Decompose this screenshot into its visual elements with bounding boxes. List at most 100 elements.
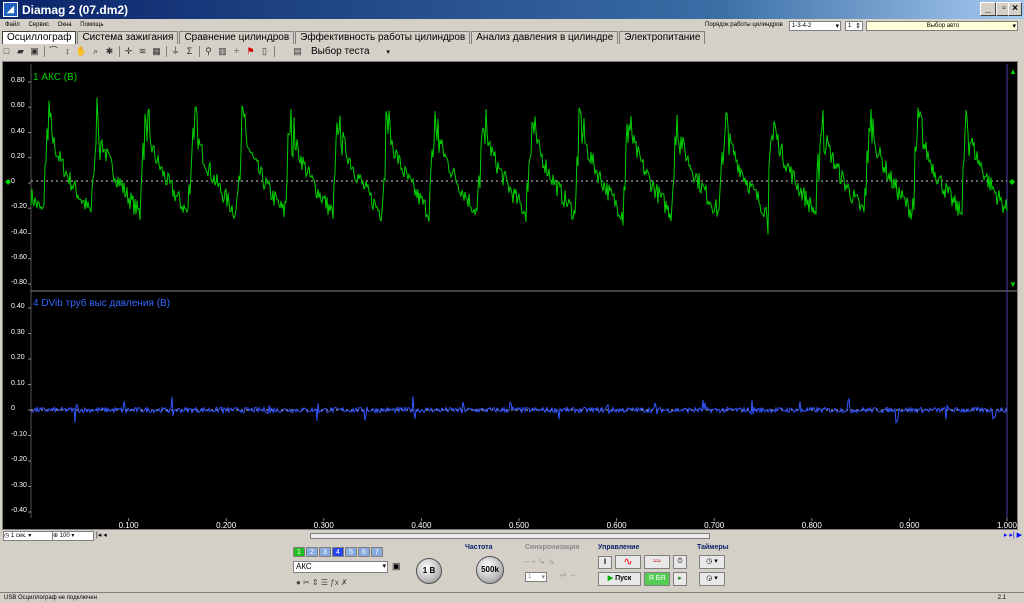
x-tick-label: 0.100 <box>118 521 139 530</box>
close-button[interactable]: × <box>1008 2 1022 16</box>
sync-icon[interactable]: ⏚ <box>169 45 182 57</box>
chevron-down-icon: ▾ <box>1012 23 1016 30</box>
filter-icon[interactable]: ▦ <box>150 45 163 57</box>
menu-service[interactable]: Сервис <box>28 22 49 28</box>
cylinder-order-select[interactable]: 1-3-4-2 ▾ <box>789 21 841 31</box>
timers-label: Таймеры <box>697 544 729 551</box>
y-tick-label: -0.60 <box>11 253 27 261</box>
channel-1-name: 1 АКС (В) <box>33 72 78 83</box>
channel-buttons: 1234567 <box>293 545 384 557</box>
timer-2-button[interactable]: ◶ ▾ <box>699 572 725 586</box>
grid-icon[interactable]: ▥ <box>216 45 229 57</box>
test-select-label: Выбор теста <box>311 45 370 57</box>
channel-button[interactable]: 4 <box>332 547 344 557</box>
channel-4-name: 4 DVib труб выс давления (В) <box>33 298 171 309</box>
y-tick-label: 0.20 <box>11 152 25 160</box>
y-tick-label: -0.40 <box>11 228 27 236</box>
menu-help[interactable]: Помощь <box>80 22 103 28</box>
frequency-knob[interactable]: 500k <box>476 556 504 584</box>
channel-tools[interactable]: ● ✂ ⇕ ☰ ƒx ✗ <box>296 578 348 587</box>
tab-power[interactable]: Электропитание <box>619 31 706 44</box>
scroll-start-button[interactable]: |◂ ◂ <box>96 531 107 539</box>
chevron-down-icon: ▾ <box>541 574 545 581</box>
channel-button[interactable]: 7 <box>371 547 383 557</box>
control-panel: 1234567 АКС ▾ ▣ ● ✂ ⇕ ☰ ƒx ✗ 1 В Частота … <box>0 542 1024 592</box>
scope-plot[interactable]: ◆ ◆▲▼ <box>3 62 1017 529</box>
spin-icon: ⇕ <box>855 23 861 30</box>
trace-marker-icon[interactable]: ◆ <box>1009 177 1016 186</box>
x-tick-label: 1.000 <box>996 521 1018 530</box>
sync-channel-value: 1 <box>528 574 532 580</box>
sync-channel-select[interactable]: 1 ▾ <box>525 572 547 582</box>
tab-ignition[interactable]: Система зажигания <box>77 31 179 44</box>
minimize-button[interactable]: _ <box>980 2 996 16</box>
trace-marker-icon[interactable]: ▲ <box>1009 67 1017 76</box>
status-right: 2.1 <box>997 595 1006 601</box>
sigma-icon[interactable]: Σ <box>183 45 196 57</box>
stopwatch-button[interactable]: ⏱ <box>673 555 687 569</box>
voltage-knob[interactable]: 1 В <box>416 558 442 584</box>
channel-button[interactable]: 2 <box>306 547 318 557</box>
y-tick-label: -0.30 <box>11 481 27 489</box>
zoom-select[interactable]: ⊕ 100 ▾ <box>52 531 94 541</box>
channel-button[interactable]: 3 <box>319 547 331 557</box>
tab-pressure[interactable]: Анализ давления в цилиндре <box>471 31 619 44</box>
page-icon[interactable]: ▯ <box>258 45 271 57</box>
scroll-end-button[interactable]: ▸ ▸| ▶ <box>1004 531 1022 539</box>
y-tick-label: 0.80 <box>11 77 25 84</box>
test-select[interactable]: Выбор теста ▾ <box>311 46 401 57</box>
test-icon: ▤ <box>293 46 302 56</box>
channel-button[interactable]: 5 <box>345 547 357 557</box>
record-button[interactable]: Я БЯ <box>644 572 670 586</box>
measure-icon[interactable]: ↕ <box>61 45 74 57</box>
y-tick-label: 0.20 <box>11 354 25 361</box>
tab-efficiency[interactable]: Эффективность работы цилиндров <box>295 31 471 44</box>
pause-button[interactable]: ‖ <box>598 556 612 569</box>
cylinder-count-spinner[interactable]: 1 ⇕ <box>845 21 863 31</box>
menu-file[interactable]: Файл <box>5 22 20 28</box>
toolbar-separator <box>199 45 200 57</box>
save-icon[interactable]: ▣ <box>28 45 41 57</box>
title-bar: ◢ Diamag 2 (07.dm2) _ ▫ × <box>0 0 1024 19</box>
x-tick-label: 0.800 <box>801 521 822 530</box>
frequency-value: 500k <box>481 565 499 574</box>
sine-button[interactable]: ∿ <box>615 555 641 569</box>
start-button[interactable]: ▶ Пуск <box>598 572 641 586</box>
timer-1-button[interactable]: ◷ ▾ <box>699 555 725 569</box>
toolbar: □ ▰ ▣ ⌒ ↕ ✋ ⌕ ✱ ✛ ≋ ▦ ⏚ Σ ⚲ ▥ ÷ ⚑ ▯ ▤ Вы… <box>0 44 1024 58</box>
tab-strip: Осциллограф Система зажигания Сравнение … <box>2 31 706 44</box>
split-icon[interactable]: ÷ <box>230 45 243 57</box>
x-tick-label: 0.400 <box>411 521 432 530</box>
marker-icon[interactable]: ⚲ <box>202 45 215 57</box>
zoom-icon[interactable]: ⌕ <box>89 45 102 57</box>
crosshair-icon[interactable]: ✛ <box>122 45 135 57</box>
flag-icon[interactable]: ⚑ <box>244 45 257 57</box>
auto-select[interactable]: Выбор авто ▾ <box>866 21 1018 31</box>
oscilloscope-view[interactable]: ◆ ◆ ▲ ▼ 1 АКС (В) 4 DVib труб выс давления … <box>2 61 1018 530</box>
cursor-icon[interactable]: ⌒ <box>47 45 60 57</box>
status-bar: USB Осциллограф не подключен 2.1 <box>0 592 1024 603</box>
sync-edge-icons[interactable]: ⌐ ⌐ ↳ ⇘ <box>525 557 554 566</box>
channel-button[interactable]: 1 <box>293 547 305 557</box>
trace-marker-icon[interactable]: ▼ <box>1009 280 1017 289</box>
open-icon[interactable]: ▰ <box>14 45 27 57</box>
wave-button[interactable]: ≈≈ <box>644 555 670 569</box>
time-scrollbar[interactable] <box>310 533 710 539</box>
save-channel-icon[interactable]: ▣ <box>392 561 401 572</box>
toolbar-separator <box>166 45 167 57</box>
tab-oscilloscope[interactable]: Осциллограф <box>2 31 77 44</box>
menu-windows[interactable]: Окна <box>58 22 72 28</box>
step-button[interactable]: ▸ <box>673 572 687 586</box>
timebase-select[interactable]: ◷ 1 сек. ▾ <box>3 531 53 541</box>
toolbar-separator <box>274 45 275 57</box>
fit-icon[interactable]: ✱ <box>103 45 116 57</box>
overlay-icon[interactable]: ≋ <box>136 45 149 57</box>
hand-icon[interactable]: ✋ <box>75 45 88 57</box>
channel-button[interactable]: 6 <box>358 547 370 557</box>
channel-name-select[interactable]: АКС ▾ <box>293 561 388 573</box>
y-tick-label: -0.20 <box>11 203 27 211</box>
y-tick-label: 0.40 <box>11 303 25 310</box>
sync-mode-icons[interactable]: ⇌ ↔ <box>560 570 577 579</box>
tab-cylinder-compare[interactable]: Сравнение цилиндров <box>179 31 295 44</box>
new-icon[interactable]: □ <box>0 45 13 57</box>
